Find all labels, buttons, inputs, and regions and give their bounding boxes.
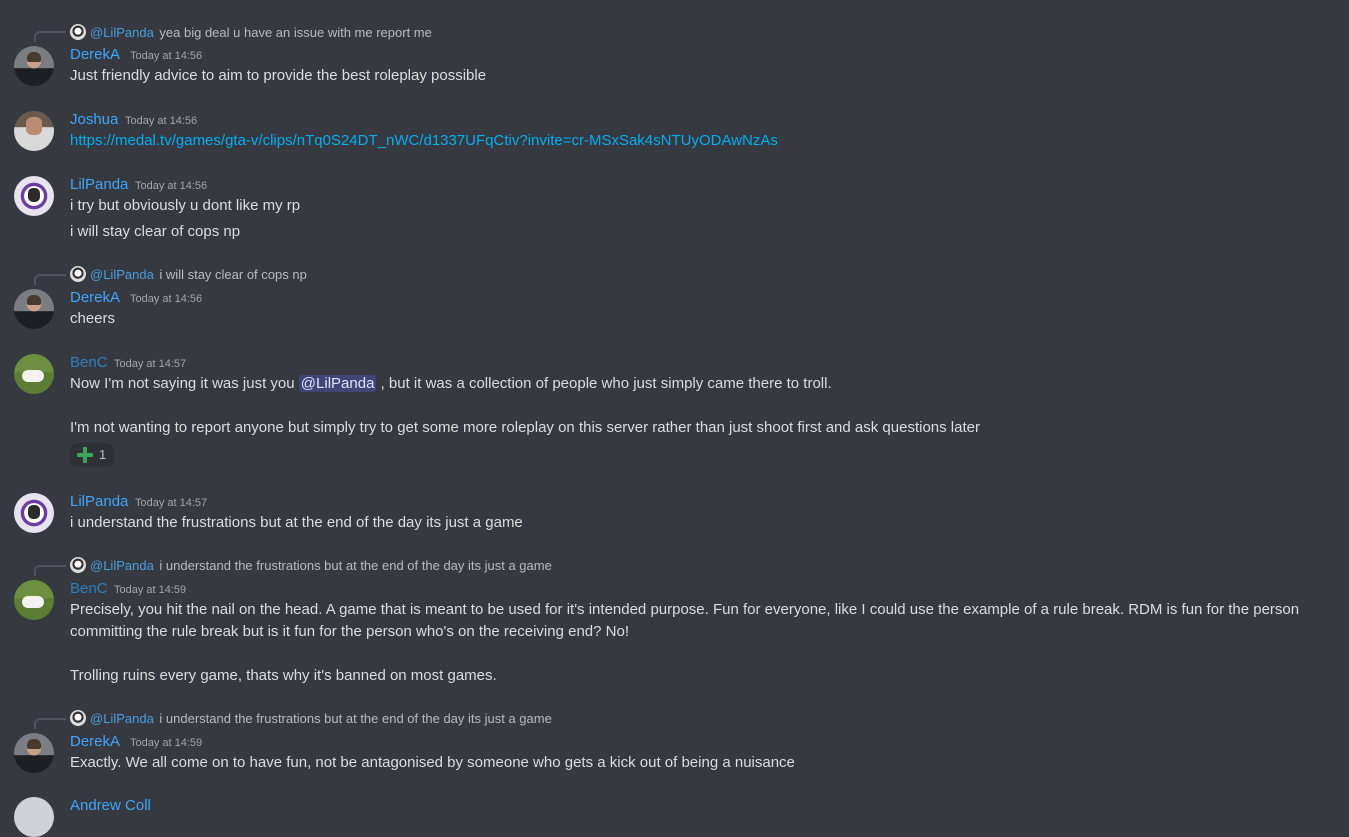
reply-spine xyxy=(34,718,66,729)
timestamp: Today at 14:56 xyxy=(135,180,208,192)
reply-avatar-icon xyxy=(70,557,86,573)
message-text: i will stay clear of cops np xyxy=(70,223,241,240)
author-name[interactable]: DerekA xyxy=(70,733,120,751)
message-text: Exactly. We all come on to have fun, not… xyxy=(70,754,795,771)
author-name[interactable]: DerekA xyxy=(70,46,120,64)
reply-text: i will stay clear of cops np xyxy=(159,267,307,282)
avatar-lilpanda[interactable] xyxy=(14,176,54,216)
author-name[interactable]: LilPanda xyxy=(70,493,128,511)
timestamp: Today at 14:56 xyxy=(130,50,203,62)
avatar-lilpanda[interactable] xyxy=(14,493,54,533)
timestamp: Today at 14:59 xyxy=(130,737,203,749)
message-text: I'm not wanting to report anyone but sim… xyxy=(70,419,980,436)
message-text: i understand the frustrations but at the… xyxy=(70,514,523,531)
avatar-andy[interactable] xyxy=(14,797,54,837)
reply-avatar-icon xyxy=(70,266,86,282)
author-name[interactable]: Joshua xyxy=(70,111,118,129)
reply-text: i understand the frustrations but at the… xyxy=(159,711,552,726)
reply-preview[interactable]: @LilPanda i understand the frustrations … xyxy=(70,710,552,726)
reply-spine xyxy=(34,274,66,285)
reply-preview[interactable]: @LilPanda yea big deal u have an issue w… xyxy=(70,24,432,40)
timestamp: Today at 14:56 xyxy=(130,293,203,305)
avatar-derek[interactable] xyxy=(14,733,54,773)
reply-spine xyxy=(34,31,66,42)
heavy-plus-icon xyxy=(77,447,93,463)
author-name[interactable]: LilPanda xyxy=(70,176,128,194)
reply-preview[interactable]: @LilPanda i will stay clear of cops np xyxy=(70,266,307,282)
message-text-part: Now I'm not saying it was just you xyxy=(70,375,295,392)
message-text: cheers xyxy=(70,310,116,327)
reply-spine xyxy=(34,565,66,576)
reply-avatar-icon xyxy=(70,710,86,726)
reply-mention[interactable]: @LilPanda xyxy=(90,558,154,573)
message-text: Precisely, you hit the nail on the head.… xyxy=(70,601,1300,618)
avatar-derek[interactable] xyxy=(14,289,54,329)
avatar-derek[interactable] xyxy=(14,46,54,86)
timestamp: Today at 14:56 xyxy=(125,115,198,127)
reply-mention[interactable]: @LilPanda xyxy=(90,267,154,282)
reply-preview[interactable]: @LilPanda i understand the frustrations … xyxy=(70,557,552,573)
reply-mention[interactable]: @LilPanda xyxy=(90,711,154,726)
reply-mention[interactable]: @LilPanda xyxy=(90,25,154,40)
avatar-joshua[interactable] xyxy=(14,111,54,151)
message-text: committing the rule break but is it fun … xyxy=(70,623,629,640)
message-link[interactable]: https://medal.tv/games/gta-v/clips/nTq0S… xyxy=(70,131,778,151)
avatar-benc[interactable] xyxy=(14,580,54,620)
avatar-benc[interactable] xyxy=(14,354,54,394)
timestamp: Today at 14:59 xyxy=(114,584,187,596)
message-text: Just friendly advice to aim to provide t… xyxy=(70,67,487,84)
author-name[interactable]: DerekA xyxy=(70,289,120,307)
author-name[interactable]: BenC xyxy=(70,354,108,372)
author-name[interactable]: Andrew Coll xyxy=(70,797,151,815)
user-mention[interactable]: @LilPanda xyxy=(298,375,377,392)
reaction-count: 1 xyxy=(99,447,107,462)
reaction-button[interactable]: 1 xyxy=(70,443,114,467)
reply-avatar-icon xyxy=(70,24,86,40)
timestamp: Today at 14:57 xyxy=(135,497,208,509)
message-text: Now I'm not saying it was just you @LilP… xyxy=(70,374,832,394)
message-text: i try but obviously u dont like my rp xyxy=(70,197,301,214)
author-name[interactable]: BenC xyxy=(70,580,108,598)
reply-text: i understand the frustrations but at the… xyxy=(159,558,552,573)
timestamp: Today at 14:57 xyxy=(114,358,187,370)
message-text: Trolling ruins every game, thats why it'… xyxy=(70,667,497,684)
message-text-part: , but it was a collection of people who … xyxy=(380,375,832,392)
reply-text: yea big deal u have an issue with me rep… xyxy=(159,25,432,40)
